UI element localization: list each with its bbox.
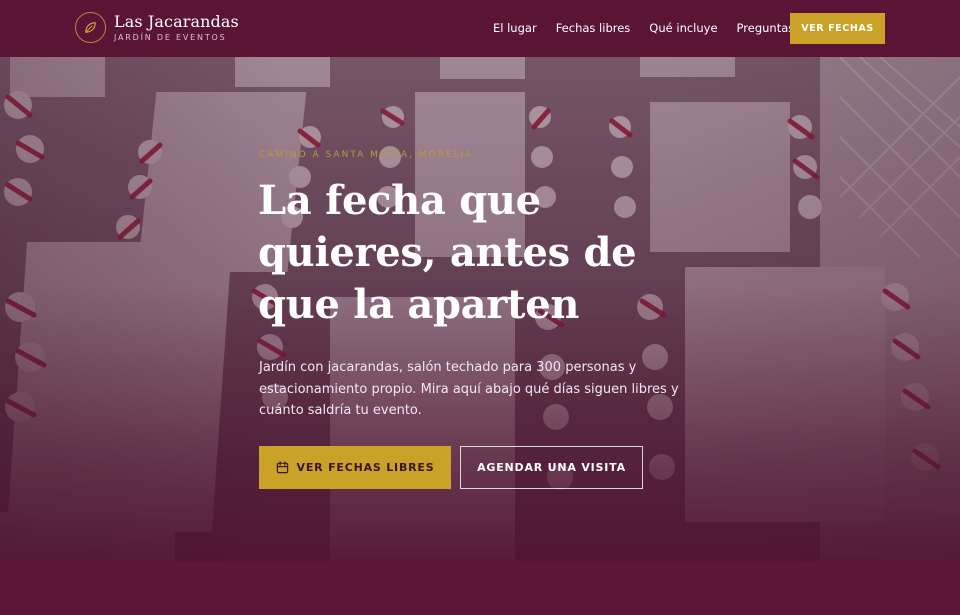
nav-fechas-libres[interactable]: Fechas libres — [556, 21, 631, 36]
leaf-icon — [75, 12, 106, 43]
next-section-band — [0, 561, 960, 615]
brand[interactable]: Las Jacarandas JARDÍN DE EVENTOS — [75, 12, 239, 43]
location-eyebrow: CAMINO A SANTA MARÍA, MORELIA — [259, 150, 474, 160]
brand-tagline: JARDÍN DE EVENTOS — [114, 32, 227, 42]
nav-que-incluye[interactable]: Qué incluye — [649, 21, 717, 36]
nav-el-lugar[interactable]: El lugar — [493, 21, 537, 36]
ver-fechas-button[interactable]: VER FECHAS — [790, 13, 885, 44]
brand-name: Las Jacarandas — [114, 11, 239, 31]
ver-fechas-libres-button[interactable]: VER FECHAS LIBRES — [259, 446, 451, 489]
main-nav: El lugar Fechas libres Qué incluye Pregu… — [493, 21, 794, 36]
ver-fechas-libres-label: VER FECHAS LIBRES — [296, 461, 435, 474]
hero-headline: La fecha que quieres, antes de que la ap… — [258, 177, 637, 328]
site-header: Las Jacarandas JARDÍN DE EVENTOS El luga… — [0, 0, 960, 57]
agendar-visita-button[interactable]: AGENDAR UNA VISITA — [460, 446, 643, 489]
hero-description: Jardín con jacarandas, salón techado par… — [259, 360, 679, 418]
calendar-icon — [276, 461, 289, 474]
nav-preguntas[interactable]: Preguntas — [737, 21, 795, 36]
